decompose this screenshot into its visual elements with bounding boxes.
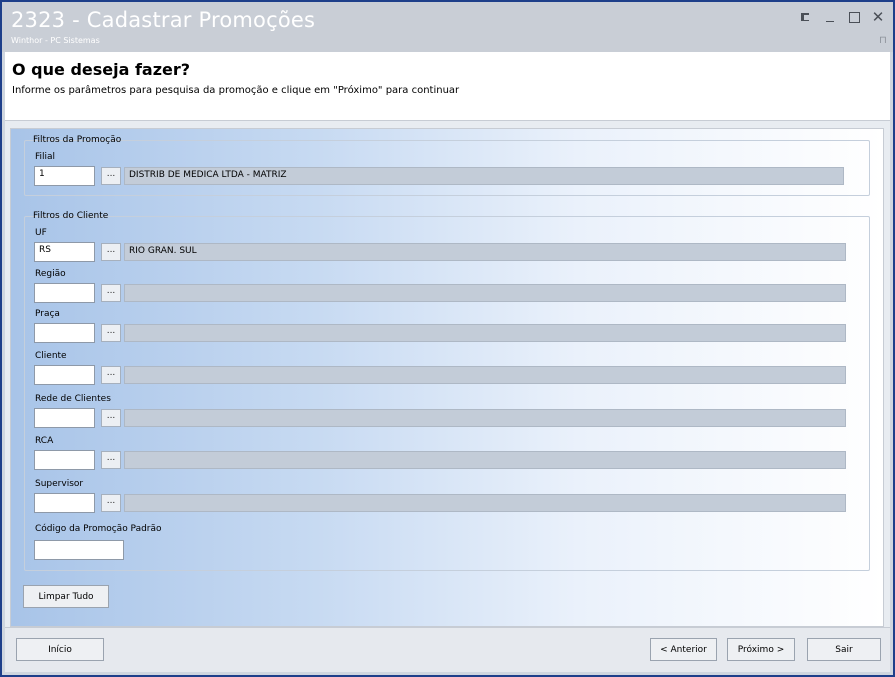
cliente-label: Cliente	[35, 351, 67, 361]
cliente-search-button[interactable]: ...	[101, 366, 121, 384]
client-filters-title: Filtros do Cliente	[33, 211, 109, 221]
rca-label: RCA	[35, 436, 54, 446]
filial-label: Filial	[35, 152, 56, 162]
proximo-button[interactable]: Próximo >	[727, 638, 795, 661]
praca-search-button[interactable]: ...	[101, 324, 121, 342]
rca-code-input[interactable]	[34, 450, 95, 470]
uf-label: UF	[35, 228, 47, 238]
restore-icon[interactable]	[799, 10, 813, 24]
supervisor-code-input[interactable]	[34, 493, 95, 513]
page-title: O que deseja fazer?	[12, 60, 191, 79]
pin-icon: ⊓	[879, 35, 887, 46]
regiao-description	[124, 284, 846, 302]
rede-label: Rede de Clientes	[35, 394, 111, 404]
rca-search-button[interactable]: ...	[101, 451, 121, 469]
rede-code-input[interactable]	[34, 408, 95, 428]
praca-label: Praça	[35, 309, 60, 319]
uf-description: RIO GRAN. SUL	[124, 243, 846, 261]
praca-description	[124, 324, 846, 342]
filial-description: DISTRIB DE MEDICA LTDA - MATRIZ	[124, 167, 844, 185]
limpar-tudo-button[interactable]: Limpar Tudo	[23, 585, 109, 608]
maximize-icon[interactable]	[847, 10, 861, 24]
uf-search-button[interactable]: ...	[101, 243, 121, 261]
window-controls: ✕	[799, 10, 885, 25]
close-icon[interactable]: ✕	[871, 10, 885, 25]
filial-search-button[interactable]: ...	[101, 167, 121, 185]
rede-description	[124, 409, 846, 427]
regiao-code-input[interactable]	[34, 283, 95, 303]
supervisor-search-button[interactable]: ...	[101, 494, 121, 512]
client-filters-group: Filtros do Cliente UF RS ... RIO GRAN. S…	[24, 211, 870, 571]
main-window: 2323 - Cadastrar Promoções Winthor - PC …	[0, 0, 895, 677]
codigo-promocao-input[interactable]	[34, 540, 124, 560]
filial-code-input[interactable]: 1	[34, 166, 95, 186]
minimize-icon[interactable]	[823, 10, 837, 24]
regiao-label: Região	[35, 269, 66, 279]
rede-search-button[interactable]: ...	[101, 409, 121, 427]
content-area: O que deseja fazer? Informe os parâmetro…	[5, 52, 890, 672]
promo-filters-group: Filtros da Promoção Filial 1 ... DISTRIB…	[24, 135, 870, 196]
window-subtitle: Winthor - PC Sistemas	[11, 36, 100, 45]
sair-button[interactable]: Sair	[807, 638, 881, 661]
uf-code-input[interactable]: RS	[34, 242, 95, 262]
cliente-code-input[interactable]	[34, 365, 95, 385]
window-title: 2323 - Cadastrar Promoções	[11, 8, 316, 32]
codigo-promocao-label: Código da Promoção Padrão	[35, 524, 162, 534]
promo-filters-title: Filtros da Promoção	[33, 135, 122, 145]
supervisor-description	[124, 494, 846, 512]
praca-code-input[interactable]	[34, 323, 95, 343]
supervisor-label: Supervisor	[35, 479, 84, 489]
rca-description	[124, 451, 846, 469]
wizard-header: O que deseja fazer? Informe os parâmetro…	[5, 52, 890, 121]
regiao-search-button[interactable]: ...	[101, 284, 121, 302]
filters-panel: Filtros da Promoção Filial 1 ... DISTRIB…	[10, 128, 884, 627]
cliente-description	[124, 366, 846, 384]
wizard-footer: Início < Anterior Próximo > Sair	[5, 627, 890, 672]
page-description: Informe os parâmetros para pesquisa da p…	[12, 85, 460, 96]
title-bar: 2323 - Cadastrar Promoções Winthor - PC …	[2, 2, 893, 52]
inicio-button[interactable]: Início	[16, 638, 104, 661]
anterior-button[interactable]: < Anterior	[650, 638, 717, 661]
